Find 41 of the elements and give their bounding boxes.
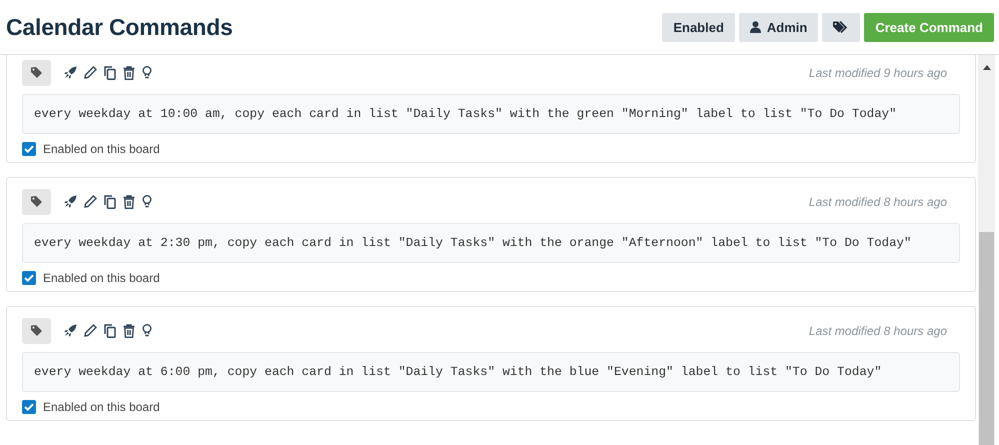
checkbox-label: Enabled on this board xyxy=(43,271,160,285)
admin-button[interactable]: Admin xyxy=(738,12,818,42)
user-icon xyxy=(750,21,761,33)
command-text: every weekday at 6:00 pm, copy each card in list "Daily Tasks" with the blue "Evening" label to list "To Do Today" xyxy=(22,352,960,392)
tags-button[interactable] xyxy=(822,12,860,42)
enabled-checkbox[interactable] xyxy=(22,142,36,156)
enabled-filter-button[interactable]: Enabled xyxy=(662,12,735,42)
pencil-icon[interactable] xyxy=(84,66,97,79)
label-button[interactable] xyxy=(22,318,51,344)
copy-icon[interactable] xyxy=(104,324,116,338)
modified-time: Last modified 8 hours ago xyxy=(808,324,947,338)
enabled-checkbox[interactable] xyxy=(22,271,36,285)
checkbox-label: Enabled on this board xyxy=(43,400,160,414)
copy-icon[interactable] xyxy=(104,66,116,80)
tag-icon xyxy=(31,67,42,78)
pencil-icon[interactable] xyxy=(84,195,97,208)
page-title: Calendar Commands xyxy=(6,14,233,40)
lightbulb-icon[interactable] xyxy=(142,195,152,208)
copy-icon[interactable] xyxy=(104,194,116,208)
rocket-icon[interactable] xyxy=(64,66,77,79)
scroll-up-icon[interactable] xyxy=(982,65,990,70)
lightbulb-icon[interactable] xyxy=(142,66,152,79)
trash-icon[interactable] xyxy=(123,66,135,80)
trash-icon[interactable] xyxy=(123,194,135,208)
modified-time: Last modified 8 hours ago xyxy=(808,194,947,208)
rocket-icon[interactable] xyxy=(64,324,77,337)
command-text: every weekday at 2:30 pm, copy each card in list "Daily Tasks" with the orange "Afternoon" label to list "To Do Today" xyxy=(22,223,960,263)
modified-time: Last modified 9 hours ago xyxy=(808,66,947,80)
checkbox-label: Enabled on this board xyxy=(43,142,160,156)
enabled-checkbox[interactable] xyxy=(22,400,36,414)
lightbulb-icon[interactable] xyxy=(142,324,152,337)
label-button[interactable] xyxy=(22,60,51,86)
tags-icon xyxy=(833,21,850,33)
label-button[interactable] xyxy=(22,188,51,214)
tag-icon xyxy=(31,196,42,207)
pencil-icon[interactable] xyxy=(84,324,97,337)
scrollbar[interactable] xyxy=(978,55,995,445)
command-text: every weekday at 10:00 am, copy each card in list "Daily Tasks" with the green "Morning" label to list "To Do Today" xyxy=(22,94,960,134)
trash-icon[interactable] xyxy=(123,324,135,338)
rocket-icon[interactable] xyxy=(64,195,77,208)
tag-icon xyxy=(31,325,42,336)
